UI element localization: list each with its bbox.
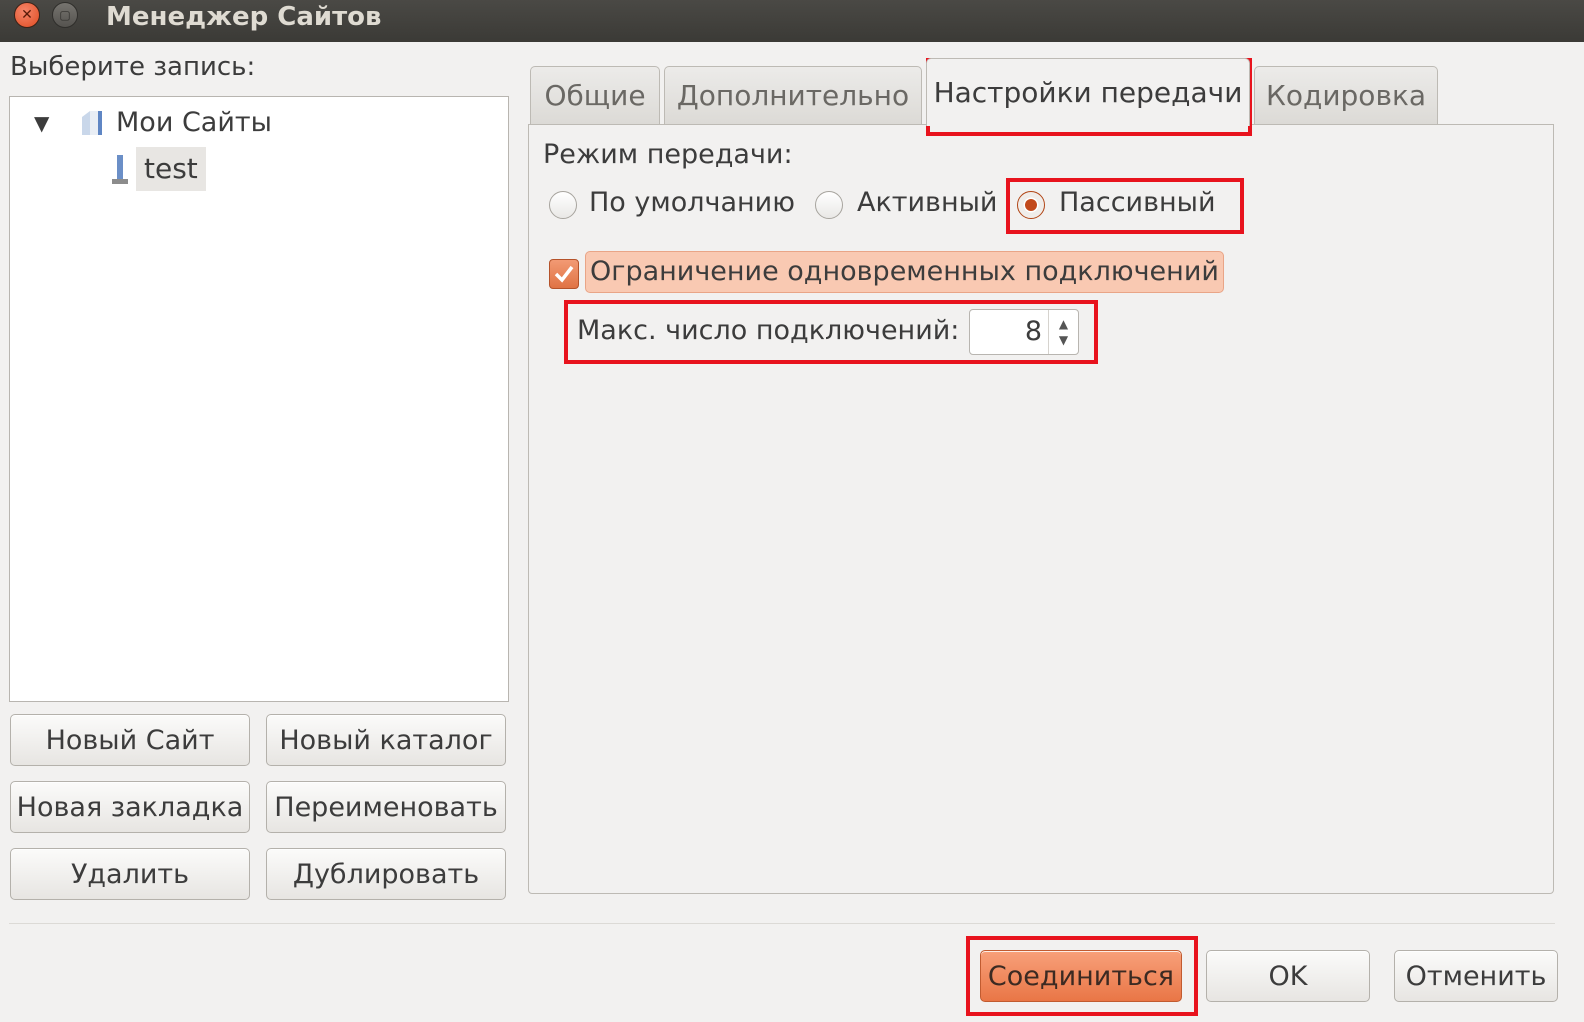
limit-connections-checkbox[interactable] (549, 259, 579, 289)
window-title: Менеджер Сайтов (106, 2, 382, 32)
tab-charset[interactable]: Кодировка (1254, 66, 1438, 124)
folder-icon (82, 111, 102, 135)
radio-passive[interactable] (1017, 191, 1045, 219)
title-bar: ✕ ▢ Менеджер Сайтов (0, 0, 1584, 42)
new-bookmark-button[interactable]: Новая закладка (10, 781, 250, 833)
new-folder-button[interactable]: Новый каталог (266, 714, 506, 766)
max-connections-spinbox[interactable]: 8 ▲ ▼ (969, 309, 1079, 355)
transfer-mode-label: Режим передачи: (543, 139, 793, 170)
expander-down-icon[interactable]: ▼ (34, 111, 49, 135)
spin-arrows[interactable]: ▲ ▼ (1048, 310, 1078, 354)
delete-button[interactable]: Удалить (10, 848, 250, 900)
max-connections-value[interactable]: 8 (1025, 316, 1042, 347)
tab-general[interactable]: Общие (530, 66, 660, 124)
rename-button[interactable]: Переименовать (266, 781, 506, 833)
limit-connections-label[interactable]: Ограничение одновременных подключений (585, 251, 1224, 293)
ok-button[interactable]: OK (1206, 950, 1370, 1002)
duplicate-button[interactable]: Дублировать (266, 848, 506, 900)
connect-button[interactable]: Соединиться (980, 950, 1182, 1002)
new-site-button[interactable]: Новый Сайт (10, 714, 250, 766)
maximize-icon[interactable]: ▢ (52, 2, 78, 28)
tab-transfer-settings[interactable]: Настройки передачи (926, 58, 1250, 126)
site-tree[interactable]: ▼ Мои Сайты test (9, 96, 509, 702)
checkmark-icon (554, 265, 574, 283)
arrow-down-icon[interactable]: ▼ (1059, 332, 1068, 348)
tree-root-label[interactable]: Мои Сайты (116, 107, 272, 138)
max-connections-label: Макс. число подключений: (577, 315, 960, 346)
select-entry-label: Выберите запись: (10, 52, 256, 82)
server-icon (112, 155, 128, 184)
close-icon[interactable]: ✕ (14, 2, 40, 28)
radio-default-label[interactable]: По умолчанию (589, 187, 795, 218)
radio-default[interactable] (549, 191, 577, 219)
radio-active[interactable] (815, 191, 843, 219)
radio-active-label[interactable]: Активный (857, 187, 997, 218)
arrow-up-icon[interactable]: ▲ (1059, 316, 1068, 332)
cancel-button[interactable]: Отменить (1394, 950, 1558, 1002)
transfer-settings-page: Режим передачи: По умолчанию Активный Па… (528, 124, 1554, 894)
footer-separator (9, 923, 1555, 924)
tree-item-test[interactable]: test (136, 147, 206, 191)
radio-passive-label[interactable]: Пассивный (1059, 187, 1216, 218)
tab-advanced[interactable]: Дополнительно (664, 66, 922, 124)
